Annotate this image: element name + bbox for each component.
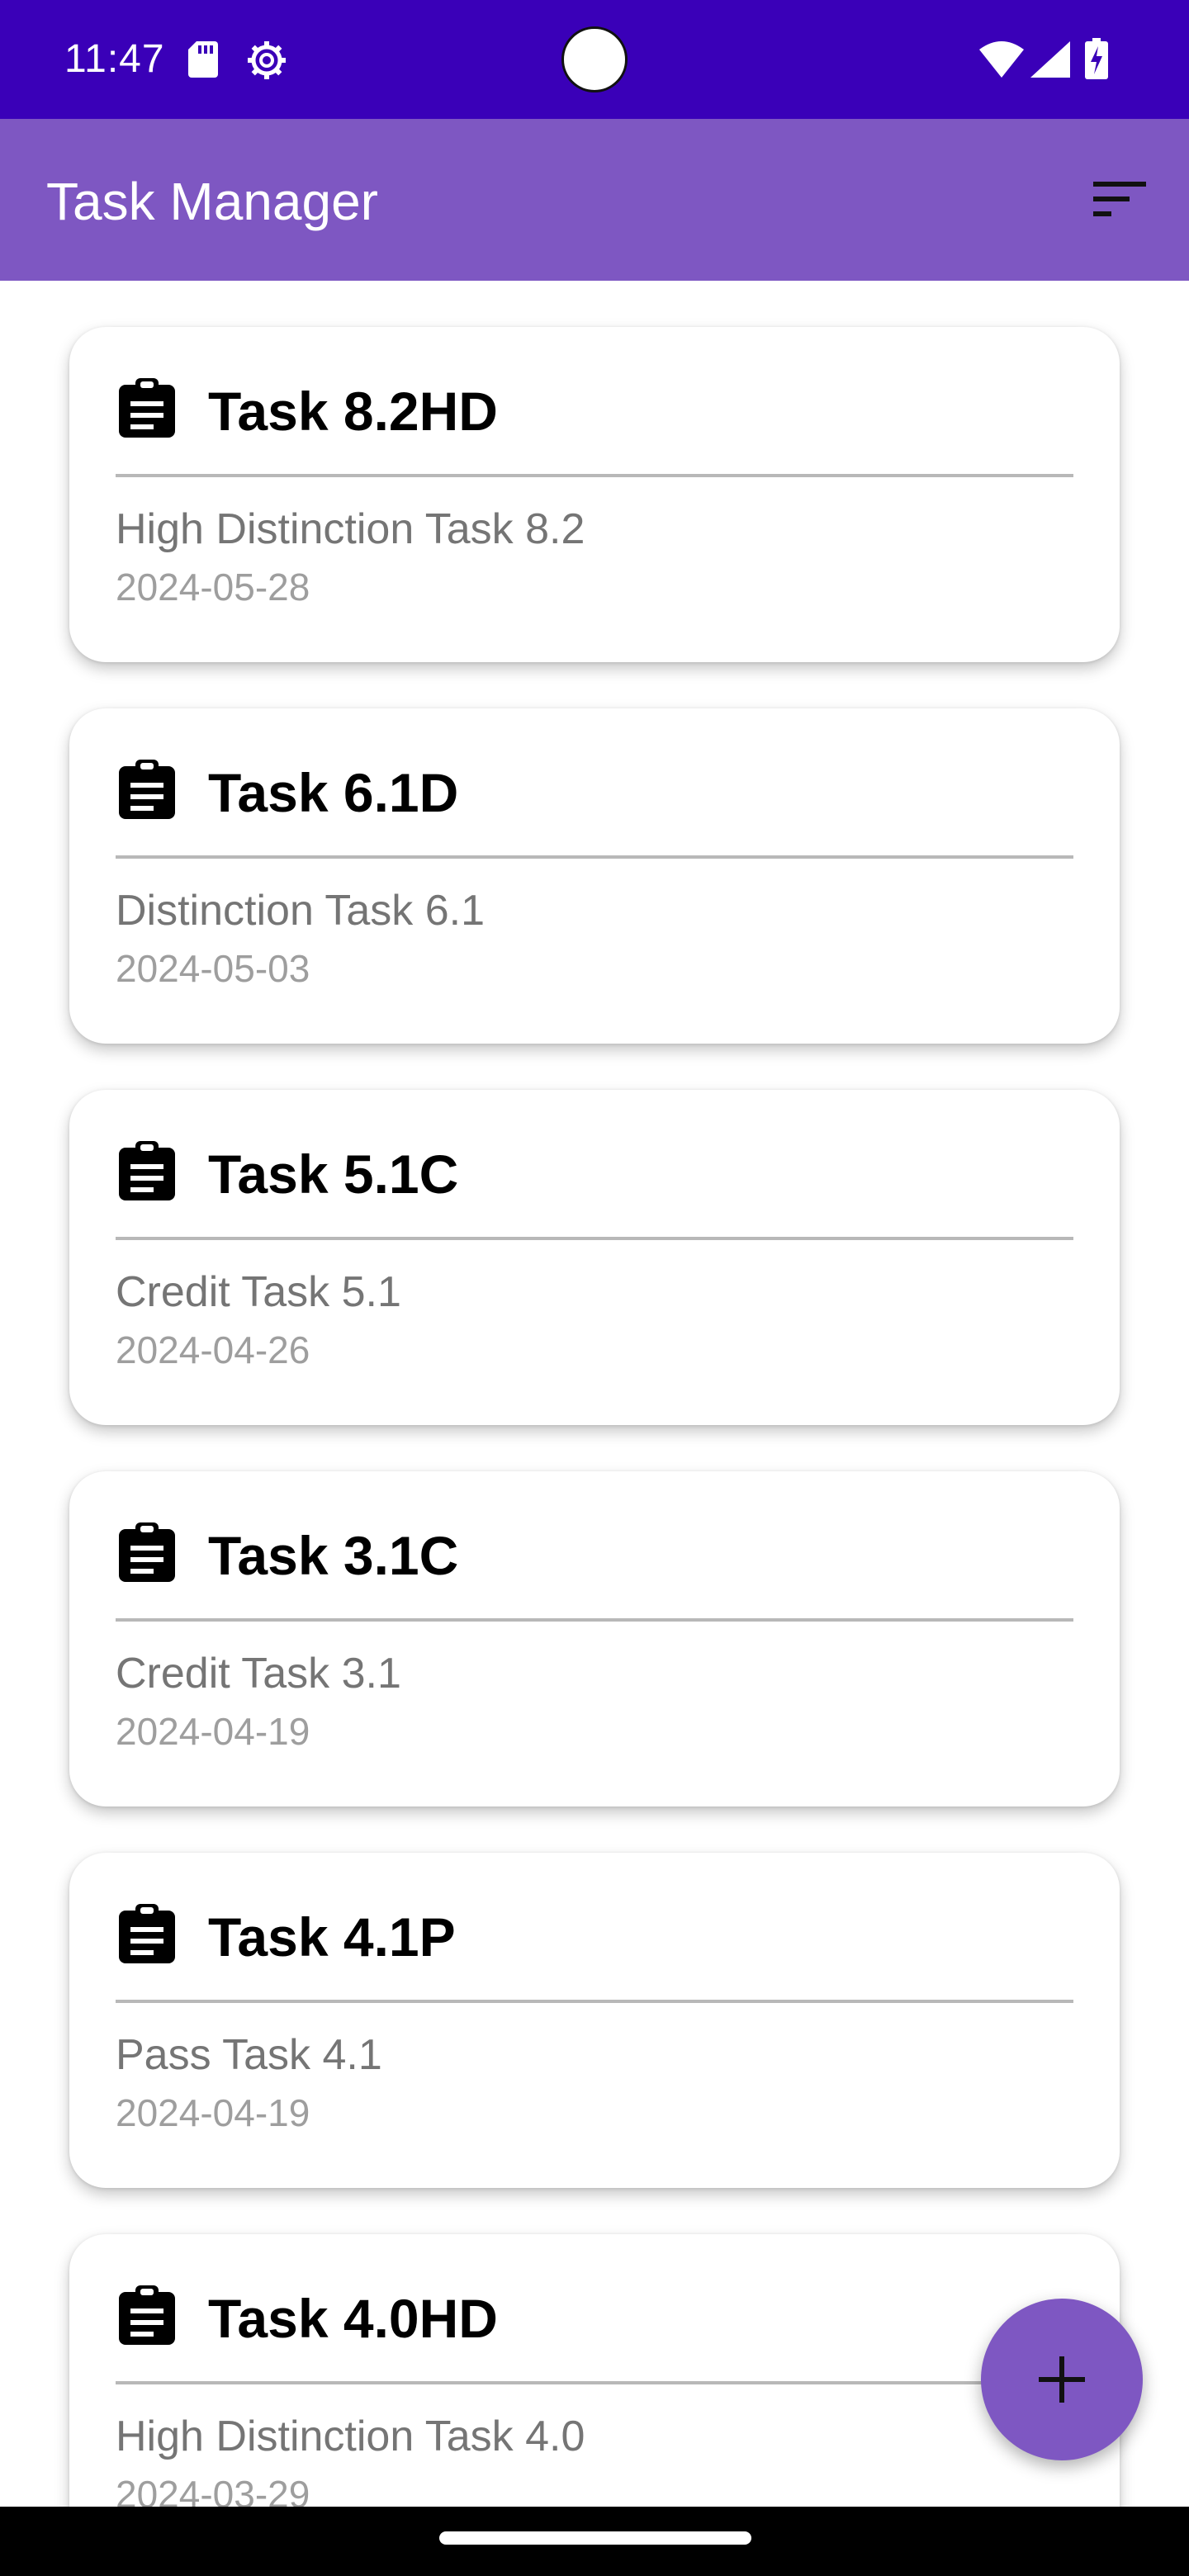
home-gesture-handle[interactable] <box>439 2531 751 2545</box>
task-card[interactable]: Task 6.1D Distinction Task 6.1 2024-05-0… <box>69 708 1120 1044</box>
task-description: Pass Task 4.1 <box>116 2031 382 2079</box>
task-title: Task 8.2HD <box>208 381 498 442</box>
task-description: Credit Task 3.1 <box>116 1650 401 1698</box>
task-card[interactable]: Task 4.0HD High Distinction Task 4.0 202… <box>69 2234 1120 2507</box>
task-divider <box>116 474 1073 477</box>
wifi-icon <box>979 41 1024 78</box>
battery-charging-icon <box>1085 38 1108 79</box>
task-title: Task 4.0HD <box>208 2288 498 2349</box>
task-list: Task 8.2HD High Distinction Task 8.2 202… <box>0 281 1189 2507</box>
task-date: 2024-05-28 <box>116 566 310 608</box>
task-divider <box>116 2000 1073 2003</box>
task-title: Task 6.1D <box>208 762 459 823</box>
task-description: Credit Task 5.1 <box>116 1268 401 1316</box>
task-divider <box>116 1237 1073 1240</box>
app-bar: Task Manager <box>0 119 1189 281</box>
clipboard-icon <box>119 1904 175 1963</box>
sd-card-icon <box>188 41 218 78</box>
sort-icon[interactable] <box>1090 178 1149 221</box>
task-description: High Distinction Task 4.0 <box>116 2413 585 2460</box>
task-title: Task 3.1C <box>208 1525 459 1586</box>
clipboard-icon <box>119 1141 175 1200</box>
task-description: Distinction Task 6.1 <box>116 887 486 935</box>
signal-icon <box>1030 41 1070 78</box>
task-divider <box>116 1618 1073 1622</box>
clipboard-icon <box>119 2285 175 2345</box>
task-date: 2024-04-19 <box>116 2091 310 2134</box>
task-date: 2024-04-19 <box>116 1710 310 1753</box>
task-title: Task 5.1C <box>208 1144 459 1205</box>
navigation-bar <box>0 2507 1189 2576</box>
status-time: 11:47 <box>64 37 165 81</box>
task-card[interactable]: Task 5.1C Credit Task 5.1 2024-04-26 <box>69 1090 1120 1425</box>
task-card[interactable]: Task 3.1C Credit Task 3.1 2024-04-19 <box>69 1471 1120 1807</box>
task-title: Task 4.1P <box>208 1906 456 1968</box>
camera-cutout <box>561 26 628 92</box>
add-icon <box>1039 2356 1085 2403</box>
settings-gear-icon <box>248 41 286 79</box>
task-date: 2024-03-29 <box>116 2473 310 2507</box>
status-bar: 11:47 <box>0 0 1189 119</box>
clipboard-icon <box>119 378 175 438</box>
clipboard-icon <box>119 1522 175 1582</box>
task-card[interactable]: Task 4.1P Pass Task 4.1 2024-04-19 <box>69 1853 1120 2188</box>
task-description: High Distinction Task 8.2 <box>116 505 585 553</box>
task-divider <box>116 855 1073 859</box>
task-date: 2024-05-03 <box>116 947 310 990</box>
screen: 11:47 Task Manager Task 8.2HD High Disti… <box>0 0 1189 2576</box>
task-divider <box>116 2381 1073 2384</box>
clipboard-icon <box>119 760 175 819</box>
task-date: 2024-04-26 <box>116 1328 310 1371</box>
task-card[interactable]: Task 8.2HD High Distinction Task 8.2 202… <box>69 327 1120 662</box>
app-title: Task Manager <box>46 172 378 231</box>
add-task-button[interactable] <box>981 2299 1143 2460</box>
